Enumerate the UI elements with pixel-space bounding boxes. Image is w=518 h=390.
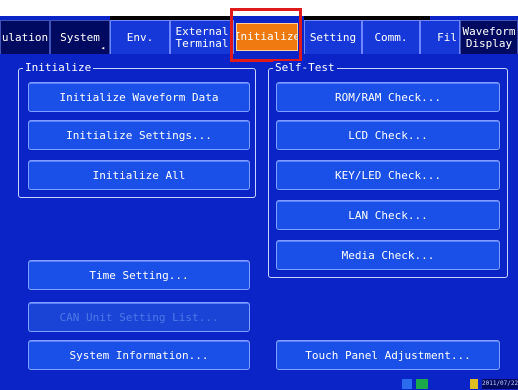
lan-status-icon — [402, 379, 412, 389]
tab-highlight-frame — [230, 8, 302, 62]
button-label: Touch Panel Adjustment... — [305, 348, 471, 362]
can-unit-setting-list-button: CAN Unit Setting List... — [28, 302, 250, 332]
tab-label: Fil — [437, 30, 457, 44]
tab-external-terminal[interactable]: External Terminal — [170, 20, 234, 54]
power-status-icon — [470, 379, 478, 389]
button-label: KEY/LED Check... — [335, 168, 441, 182]
initialize-waveform-data-button[interactable]: Initialize Waveform Data — [28, 82, 250, 112]
button-label: Initialize All — [92, 168, 186, 182]
button-label: Time Setting... — [89, 268, 189, 282]
system-information-button[interactable]: System Information... — [28, 340, 250, 370]
tab-label: System — [60, 30, 100, 44]
button-label: Media Check... — [341, 248, 435, 262]
initialize-panel-title: Initialize — [23, 61, 94, 75]
button-label: System Information... — [69, 348, 209, 362]
tab-file[interactable]: Fil — [420, 20, 460, 54]
time-setting-button[interactable]: Time Setting... — [28, 260, 250, 290]
key-led-check-button[interactable]: KEY/LED Check... — [276, 160, 500, 190]
tab-env[interactable]: Env. — [110, 20, 170, 54]
button-label: LCD Check... — [348, 128, 428, 142]
tab-setting[interactable]: Setting — [304, 20, 362, 54]
submenu-marker-icon: ◂ — [100, 44, 105, 52]
initialize-settings-button[interactable]: Initialize Settings... — [28, 120, 250, 150]
rom-ram-check-button[interactable]: ROM/RAM Check... — [276, 82, 500, 112]
lan-check-button[interactable]: LAN Check... — [276, 200, 500, 230]
lcd-check-button[interactable]: LCD Check... — [276, 120, 500, 150]
button-label: ROM/RAM Check... — [335, 90, 441, 104]
self-test-panel-title: Self-Test — [273, 61, 337, 75]
date-display: 2011/07/22 — [482, 379, 518, 389]
button-label: LAN Check... — [348, 208, 428, 222]
tab-label: Setting — [309, 30, 357, 44]
media-check-button[interactable]: Media Check... — [276, 240, 500, 270]
tab-label: Waveform Display — [462, 24, 516, 50]
tab-simulation[interactable]: ulation — [0, 20, 50, 54]
tab-comm[interactable]: Comm. — [362, 20, 420, 54]
tab-label: External Terminal — [175, 24, 229, 50]
status-bar — [0, 378, 518, 390]
button-label: CAN Unit Setting List... — [59, 310, 219, 324]
button-label: Initialize Settings... — [66, 128, 212, 142]
tab-label: Env. — [126, 30, 154, 44]
initialize-all-button[interactable]: Initialize All — [28, 160, 250, 190]
media-status-icon — [416, 379, 428, 389]
button-label: Initialize Waveform Data — [59, 90, 219, 104]
tab-waveform-display[interactable]: Waveform Display — [460, 20, 518, 54]
tab-label: Comm. — [374, 30, 408, 44]
tab-label: ulation — [1, 30, 49, 44]
touch-panel-adjustment-button[interactable]: Touch Panel Adjustment... — [276, 340, 500, 370]
tab-system[interactable]: System ◂ — [50, 20, 110, 54]
